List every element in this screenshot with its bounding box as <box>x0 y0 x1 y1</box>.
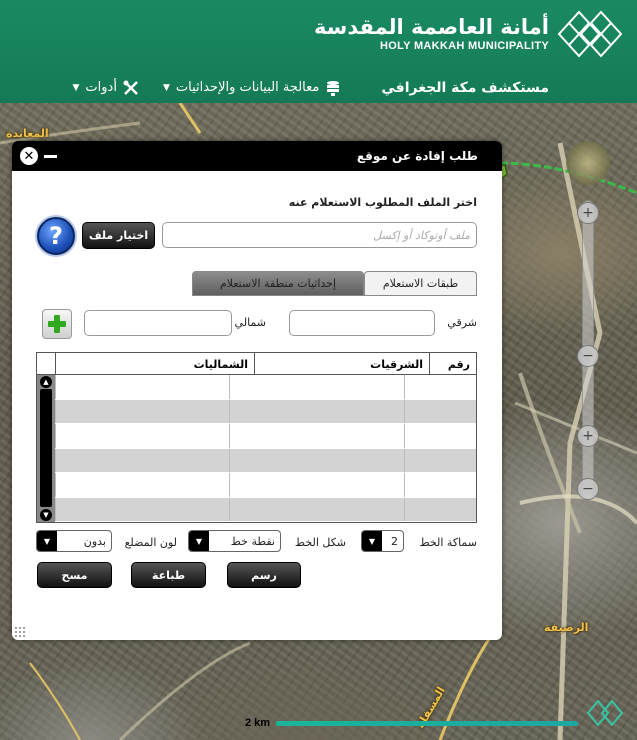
resize-grip-icon[interactable] <box>14 626 26 638</box>
line-width-select[interactable]: 2 ▼ <box>361 530 404 552</box>
add-point-button[interactable] <box>42 309 72 339</box>
northing-label: شمالي <box>234 316 266 329</box>
menu-tools[interactable]: أدوات ▼ <box>73 80 139 96</box>
scale-label: 2 km <box>245 717 271 729</box>
zoom-step-icon[interactable]: + <box>577 425 599 447</box>
org-name-english: HOLY MAKKAH MUNICIPALITY <box>380 40 549 52</box>
map-label-maabdah: المعابدة <box>6 127 49 140</box>
chevron-down-icon: ▼ <box>37 531 57 551</box>
chevron-down-icon: ▼ <box>72 82 80 93</box>
dialog-title: طلب إفادة عن موقع <box>356 149 478 163</box>
map-label-rusaifah: الرصيفة <box>544 621 589 634</box>
table-row[interactable] <box>55 424 476 449</box>
chevron-down-icon: ▼ <box>162 82 170 93</box>
location-inquiry-dialog: طلب إفادة عن موقع ✕ اختر الملف المطلوب ا… <box>12 141 502 640</box>
close-icon[interactable]: ✕ <box>20 147 38 165</box>
database-icon <box>325 80 341 96</box>
fill-color-label: لون المضلع <box>124 536 177 549</box>
chevron-down-icon: ▼ <box>362 531 382 551</box>
column-header-northing[interactable]: الشماليات <box>55 353 254 375</box>
file-section-label: اختر الملف المطلوب الاستعلام عنه <box>288 196 477 209</box>
tools-icon <box>123 80 139 96</box>
line-style-select[interactable]: نقطة خط ▼ <box>188 530 281 552</box>
minimize-icon[interactable] <box>44 155 57 158</box>
northing-input[interactable] <box>84 310 232 336</box>
scroll-down-icon[interactable]: ▼ <box>40 509 52 521</box>
line-width-value: 2 <box>391 534 398 548</box>
print-button[interactable]: طباعة <box>131 562 206 588</box>
clear-button[interactable]: مسح <box>37 562 112 588</box>
easting-input[interactable] <box>289 310 435 336</box>
tab-query-area-coordinates[interactable]: إحداثيات منطقة الاستعلام <box>192 271 364 295</box>
zoom-in-icon[interactable]: + <box>577 202 599 224</box>
zoom-out-icon[interactable]: − <box>577 478 599 500</box>
help-glyph: ? <box>49 222 63 250</box>
help-icon[interactable]: ? <box>37 217 75 255</box>
scroll-thumb[interactable] <box>40 389 52 507</box>
easting-label: شرقي <box>447 316 477 329</box>
zoom-handle-icon[interactable]: − <box>577 345 599 367</box>
tab-query-layers[interactable]: طبقات الاستعلام <box>364 271 477 295</box>
plus-icon <box>48 315 66 333</box>
column-header-number[interactable]: رقم <box>429 353 476 375</box>
menu-data-processing-label: معالجة البيانات والإحداثيات <box>175 80 320 95</box>
fill-color-select[interactable]: بدون ▼ <box>36 530 112 552</box>
dialog-titlebar[interactable]: طلب إفادة عن موقع ✕ <box>12 141 502 171</box>
draw-button[interactable]: رسم <box>227 562 301 588</box>
tab-divider <box>192 295 477 296</box>
app-title: مستكشف مكة الجغرافي <box>381 79 549 96</box>
line-style-label: شكل الخط <box>294 536 346 549</box>
table-row[interactable] <box>55 448 476 473</box>
scale-bar <box>276 721 578 726</box>
table-row[interactable] <box>55 399 476 424</box>
municipality-watermark-icon <box>586 699 624 727</box>
table-header: رقم الشرقيات الشماليات <box>37 353 476 375</box>
municipality-logo-icon <box>557 10 623 58</box>
line-width-label: سماكة الخط <box>419 536 477 549</box>
table-body <box>55 375 476 522</box>
scroll-up-icon[interactable]: ▲ <box>40 376 52 388</box>
fill-color-value: بدون <box>83 534 106 548</box>
org-name-arabic: أمانة العاصمة المقدسة <box>313 15 549 39</box>
line-style-value: نقطة خط <box>230 534 275 548</box>
coordinates-table: رقم الشرقيات الشماليات ▲ ▼ <box>36 352 477 523</box>
chevron-down-icon: ▼ <box>189 531 209 551</box>
column-header-easting[interactable]: الشرقيات <box>254 353 429 375</box>
main-nav: مستكشف مكة الجغرافي معالجة البيانات والإ… <box>0 72 637 103</box>
menu-tools-label: أدوات <box>85 80 117 95</box>
table-row[interactable] <box>55 473 476 498</box>
file-path-placeholder: ملف أوتوكاد أو إكسل <box>373 228 470 242</box>
map-pan-control-icon[interactable] <box>566 141 610 185</box>
menu-data-processing[interactable]: معالجة البيانات والإحداثيات ▼ <box>163 80 341 96</box>
choose-file-button[interactable]: اختيار ملف <box>82 222 155 249</box>
table-row[interactable] <box>55 375 476 400</box>
app-header: أمانة العاصمة المقدسة HOLY MAKKAH MUNICI… <box>0 0 637 103</box>
table-scrollbar[interactable]: ▲ ▼ <box>37 375 55 522</box>
file-path-input[interactable]: ملف أوتوكاد أو إكسل <box>162 222 477 248</box>
table-row[interactable] <box>55 497 476 522</box>
